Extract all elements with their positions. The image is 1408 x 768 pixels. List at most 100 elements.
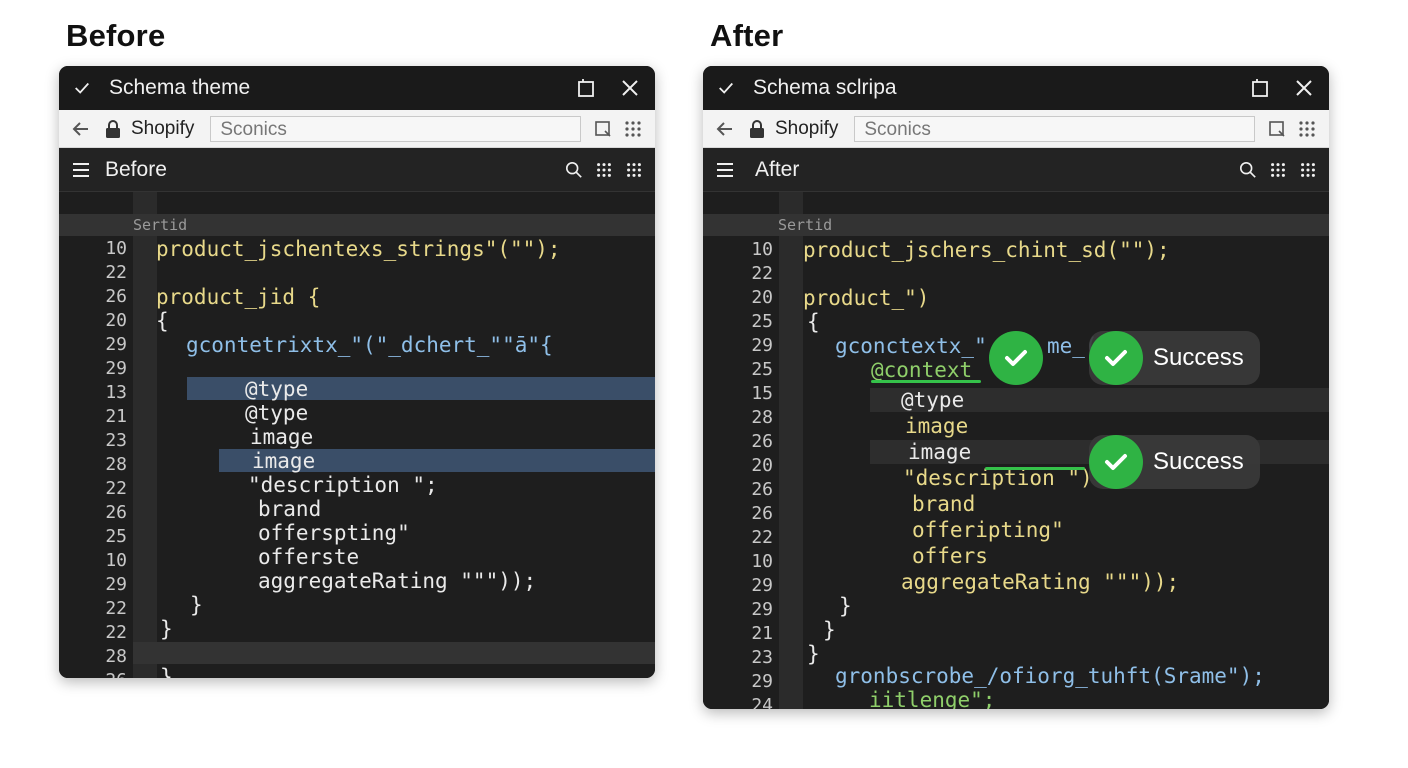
check-icon[interactable] <box>717 79 735 97</box>
editor-strip: Sertid <box>59 214 655 236</box>
success-badge: Success <box>1089 435 1260 489</box>
back-arrow-icon[interactable] <box>71 119 91 139</box>
code-line: offeripting" <box>912 518 1064 542</box>
code-line: offers <box>912 544 988 568</box>
search-icon[interactable] <box>565 161 583 179</box>
search-icon[interactable] <box>1239 161 1257 179</box>
line-number: 29 <box>105 358 127 379</box>
url-field[interactable]: Sconics <box>854 115 1255 142</box>
before-window: Schema theme Shopify Sconics Before Sert… <box>59 66 655 678</box>
address-bar: Shopify Sconics <box>59 110 655 148</box>
line-number: 22 <box>105 262 127 283</box>
code-line: "description "; <box>248 473 438 497</box>
grid-icon[interactable] <box>1297 119 1317 139</box>
code-line: } <box>190 593 203 617</box>
code-line: product_") <box>803 286 930 310</box>
line-number: 22 <box>105 622 127 643</box>
line-number: 20 <box>751 287 773 308</box>
line-number: 26 <box>751 479 773 500</box>
window-restore-icon[interactable] <box>575 77 597 99</box>
checkmark-circle-icon <box>1089 435 1143 489</box>
code-line: aggregateRating """)); <box>258 569 537 593</box>
gutter <box>133 192 157 678</box>
line-number: 10 <box>105 238 127 259</box>
code-line: product_jschentexs_strings"(""); <box>156 237 561 261</box>
code-line: } <box>839 594 852 618</box>
code-editor[interactable]: Sertid 10 22 20 25 29 25 15 28 26 20 26 … <box>703 192 1329 709</box>
code-line: @type <box>245 401 309 425</box>
code-line: offerspting" <box>258 521 410 545</box>
line-number: 21 <box>105 406 127 427</box>
code-line: gconctextx_" <box>835 334 987 358</box>
line-number: 23 <box>751 647 773 668</box>
line-number: 29 <box>751 335 773 356</box>
code-line: product_jschers_chint_sd(""); <box>803 238 1170 262</box>
line-number: 28 <box>751 407 773 428</box>
lock-icon <box>106 119 120 138</box>
code-line: image <box>908 440 972 464</box>
grid-icon[interactable] <box>623 119 643 139</box>
gutter <box>779 192 803 709</box>
code-line: @type <box>245 377 309 401</box>
line-number: 29 <box>105 574 127 595</box>
code-line: { <box>156 309 169 333</box>
line-number: 21 <box>751 623 773 644</box>
code-line: gcontetrixtx_"("_dchert_""ā"{ <box>186 333 553 357</box>
line-number: 29 <box>751 575 773 596</box>
line-number: 20 <box>751 455 773 476</box>
line-number: 10 <box>751 551 773 572</box>
line-number: 10 <box>105 550 127 571</box>
menu-icon[interactable] <box>71 160 91 180</box>
code-line: gronbscrobe_/ofiorg_tuhft(Srame"); <box>835 664 1265 688</box>
window-title: Schema theme <box>109 76 251 99</box>
site-name: Shopify <box>131 117 195 139</box>
menu-icon[interactable] <box>715 160 735 180</box>
bookmark-icon[interactable] <box>593 119 613 139</box>
app-title: Before <box>105 157 167 181</box>
before-heading: Before <box>66 18 166 53</box>
success-label: Success <box>1153 448 1244 475</box>
line-number: 26 <box>751 431 773 452</box>
grid-icon[interactable] <box>1299 161 1317 179</box>
check-icon[interactable] <box>73 79 91 97</box>
code-line: } <box>160 665 173 678</box>
back-arrow-icon[interactable] <box>715 119 735 139</box>
line-number: 28 <box>105 646 127 667</box>
after-window: Schema sclripa Shopify Sconics After Ser… <box>703 66 1329 709</box>
line-number: 28 <box>105 454 127 475</box>
line-number: 22 <box>751 527 773 548</box>
code-line: brand <box>912 492 976 516</box>
close-icon[interactable] <box>1293 77 1315 99</box>
editor-strip: Sertid <box>703 214 1329 236</box>
app-header: After <box>703 148 1329 192</box>
code-line: @context <box>871 358 973 382</box>
apps-icon[interactable] <box>595 161 613 179</box>
code-editor[interactable]: Sertid 10 22 26 20 29 29 13 21 23 28 22 … <box>59 192 655 678</box>
close-icon[interactable] <box>619 77 641 99</box>
current-line <box>133 642 655 664</box>
code-line: aggregateRating """)); <box>901 570 1180 594</box>
title-bar: Schema theme <box>59 66 655 110</box>
strip-label: Sertid <box>133 216 188 234</box>
grid-icon[interactable] <box>625 161 643 179</box>
line-number: 20 <box>105 310 127 331</box>
line-number: 22 <box>105 598 127 619</box>
code-line: image <box>250 425 314 449</box>
code-line: } <box>160 617 173 641</box>
line-number: 25 <box>105 526 127 547</box>
url-field[interactable]: Sconics <box>210 115 581 142</box>
code-line: product_jid { <box>156 285 321 309</box>
line-number: 22 <box>751 263 773 284</box>
code-line: image <box>252 449 316 473</box>
apps-icon[interactable] <box>1269 161 1287 179</box>
code-line: } <box>823 618 836 642</box>
line-number: 10 <box>751 239 773 260</box>
bookmark-icon[interactable] <box>1267 119 1287 139</box>
title-bar: Schema sclripa <box>703 66 1329 110</box>
window-restore-icon[interactable] <box>1249 77 1271 99</box>
app-title: After <box>755 157 800 181</box>
checkmark-circle-icon <box>1089 331 1143 385</box>
line-number: 13 <box>105 382 127 403</box>
after-heading: After <box>710 18 784 53</box>
strip-label: Sertid <box>778 216 833 234</box>
